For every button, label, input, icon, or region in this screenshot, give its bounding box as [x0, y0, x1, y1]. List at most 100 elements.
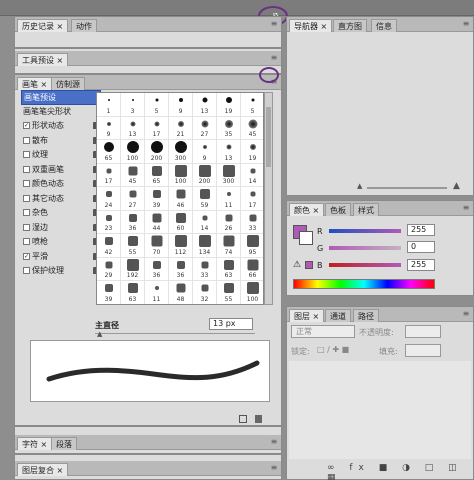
brush-preset-cell[interactable]: 200 — [193, 163, 217, 187]
tab-history[interactable]: 历史记录 × — [17, 19, 69, 32]
checkbox[interactable] — [23, 136, 30, 144]
brush-preset-cell[interactable]: 1 — [97, 93, 121, 117]
layers-footer-icons[interactable]: ∞ fx ■ ◑ □ ◫ ▦ — [327, 463, 473, 480]
brush-preset-cell[interactable]: 65 — [97, 140, 121, 164]
brush-preset-cell[interactable]: 5 — [145, 93, 169, 117]
brush-preset-cell[interactable]: 27 — [193, 116, 217, 140]
brush-preset-cell[interactable]: 14 — [241, 164, 263, 187]
panel-menu-icon[interactable]: ≡ — [269, 437, 279, 447]
brush-preset-cell[interactable]: 55 — [217, 281, 241, 304]
brush-preset-cell[interactable]: 17 — [145, 116, 169, 140]
brush-preset-cell[interactable]: 11 — [217, 187, 241, 211]
brush-preset-cell[interactable]: 13 — [193, 93, 217, 117]
brush-preset-cell[interactable]: 23 — [97, 210, 121, 234]
brush-preset-cell[interactable]: 42 — [97, 234, 121, 258]
tab-channels[interactable]: 通道 — [325, 309, 351, 322]
brush-preset-cell[interactable]: 29 — [97, 257, 121, 281]
brush-preset-cell[interactable]: 112 — [169, 234, 193, 258]
brush-preset-cell[interactable]: 36 — [169, 257, 193, 281]
brush-preset-cell[interactable]: 59 — [193, 187, 217, 211]
panel-menu-icon[interactable]: ≡ — [461, 19, 471, 29]
checkbox[interactable]: ✓ — [23, 122, 30, 129]
zoom-out-icon[interactable]: ▲ — [357, 182, 362, 190]
slider-thumb-icon[interactable]: ▲ — [97, 330, 102, 338]
brush-preset-cell[interactable]: 11 — [145, 281, 169, 304]
checkbox[interactable]: ✓ — [23, 252, 30, 260]
brush-option-item[interactable]: 双重画笔 — [21, 163, 101, 178]
checkbox[interactable] — [23, 151, 30, 158]
brush-preset-cell[interactable]: 24 — [97, 187, 121, 211]
lock-icons[interactable]: □ ∕ ✚ ■ — [317, 345, 349, 354]
tab-navigator[interactable]: 导航器 × — [289, 19, 333, 32]
green-slider[interactable] — [329, 246, 401, 250]
checkbox[interactable] — [23, 165, 30, 173]
brush-option-item[interactable]: 画笔预设 — [21, 90, 101, 105]
tab-paths[interactable]: 路径 — [353, 309, 379, 322]
tab-info[interactable]: 信息 — [371, 19, 397, 32]
red-slider[interactable] — [329, 229, 401, 233]
brush-preset-cell[interactable]: 39 — [97, 281, 121, 304]
tab-character[interactable]: 字符 × — [17, 437, 53, 450]
brush-preset-cell[interactable]: 60 — [169, 210, 193, 234]
brush-preset-cell[interactable]: 63 — [121, 281, 145, 304]
checkbox[interactable] — [23, 267, 30, 274]
panel-menu-icon[interactable]: ≡ — [269, 19, 279, 29]
brush-preset-cell[interactable]: 19 — [241, 140, 263, 164]
brush-preset-cell[interactable]: 44 — [145, 210, 169, 234]
green-value[interactable]: 0 — [407, 241, 435, 253]
brush-preset-cell[interactable]: 32 — [193, 281, 217, 304]
panel-menu-icon[interactable]: ≡ — [461, 203, 471, 213]
tab-styles[interactable]: 样式 — [353, 203, 379, 216]
brush-preset-cell[interactable]: 70 — [145, 234, 169, 258]
color-spectrum-bar[interactable] — [293, 279, 435, 289]
checkbox[interactable] — [23, 180, 30, 187]
tab-layer-comps[interactable]: 图层复合 × — [17, 463, 69, 476]
background-swatch[interactable] — [299, 231, 313, 245]
blend-mode-select[interactable]: 正常 — [291, 325, 355, 338]
brush-preset-cell[interactable]: 33 — [241, 211, 263, 234]
brush-option-item[interactable]: ✓ 平滑 — [21, 250, 101, 265]
zoom-slider[interactable] — [367, 187, 447, 189]
brush-preset-cell[interactable]: 134 — [193, 234, 217, 258]
tab-paragraph[interactable]: 段落 — [51, 437, 77, 450]
brush-preset-cell[interactable]: 100 — [169, 163, 193, 187]
brush-preset-cell[interactable]: 17 — [97, 163, 121, 187]
brush-preset-cell[interactable]: 48 — [169, 281, 193, 304]
brush-preset-cell[interactable]: 9 — [97, 116, 121, 140]
brush-preset-cell[interactable]: 45 — [121, 163, 145, 187]
brush-preset-cell[interactable]: 63 — [217, 257, 241, 281]
brush-preset-cell[interactable]: 100 — [241, 281, 263, 304]
panel-menu-icon[interactable]: ≡ — [461, 309, 471, 319]
brush-preset-cell[interactable]: 27 — [121, 187, 145, 211]
panel-menu-icon[interactable]: ≡ — [269, 463, 279, 473]
new-brush-icon[interactable] — [239, 415, 247, 423]
brush-preset-cell[interactable]: 39 — [145, 187, 169, 211]
brush-option-item[interactable]: 纹理 — [21, 148, 101, 163]
brush-preset-cell[interactable]: 46 — [169, 187, 193, 211]
scrollbar-thumb[interactable] — [266, 107, 271, 167]
blue-value[interactable]: 255 — [407, 259, 435, 271]
panel-menu-icon[interactable]: ≡ — [269, 53, 279, 63]
brush-option-item[interactable]: 其它动态 — [21, 192, 101, 207]
brush-option-item[interactable]: 杂色 — [21, 206, 101, 221]
brush-preset-cell[interactable]: 100 — [121, 140, 145, 164]
brush-preset-cell[interactable]: 45 — [241, 117, 263, 140]
brush-preset-cell[interactable]: 200 — [145, 140, 169, 164]
tab-histogram[interactable]: 直方图 — [333, 19, 367, 32]
blue-slider[interactable] — [329, 263, 401, 267]
brush-option-item[interactable]: 喷枪 — [21, 235, 101, 250]
tab-layers[interactable]: 图层 × — [289, 309, 325, 322]
brush-preset-cell[interactable]: 14 — [193, 210, 217, 234]
opacity-field[interactable] — [405, 325, 441, 338]
tab-actions[interactable]: 动作 — [71, 19, 97, 32]
brush-preset-cell[interactable]: 300 — [169, 140, 193, 164]
brush-option-item[interactable]: 散布 — [21, 134, 101, 149]
tab-brushes[interactable]: 画笔 × — [17, 77, 53, 90]
brush-preset-cell[interactable]: 9 — [193, 140, 217, 164]
brush-preset-cell[interactable]: 13 — [121, 116, 145, 140]
brush-preset-cell[interactable]: 192 — [121, 257, 145, 281]
gamut-swatch[interactable] — [305, 261, 313, 269]
brush-option-item[interactable]: 颜色动态 — [21, 177, 101, 192]
checkbox[interactable] — [23, 238, 30, 245]
brush-preset-cell[interactable]: 33 — [193, 257, 217, 281]
